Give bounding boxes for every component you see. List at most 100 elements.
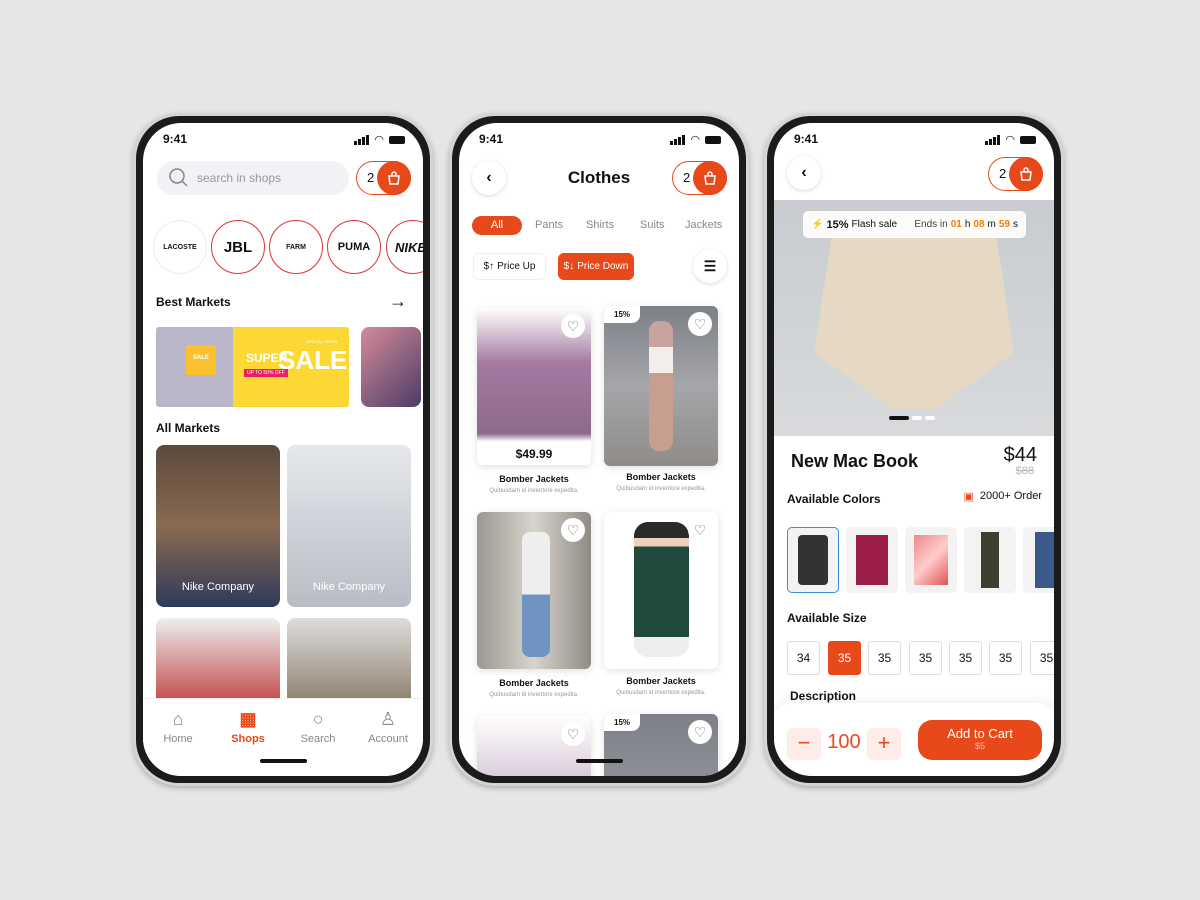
sale-banner-2[interactable] (361, 327, 421, 407)
size-option-selected[interactable]: 35 (828, 641, 861, 675)
brand-farm[interactable]: FARM (269, 220, 323, 274)
brand-nike[interactable]: NIKE (386, 220, 423, 274)
quantity-value[interactable]: 100 (826, 731, 862, 754)
home-indicator (260, 759, 307, 763)
filter-button[interactable]: ☰ (693, 249, 727, 283)
price-up-button[interactable]: $↑ Price Up (473, 253, 546, 280)
brand-jbl[interactable]: JBL (211, 220, 265, 274)
color-swatch[interactable] (1023, 527, 1054, 593)
size-heading: Available Size (787, 611, 867, 625)
add-to-cart-label: Add to Cart (947, 726, 1013, 741)
size-option[interactable]: 35 (989, 641, 1022, 675)
size-option[interactable]: 35 (949, 641, 982, 675)
timer-s-unit: s (1013, 219, 1018, 230)
decrease-button[interactable]: − (787, 728, 821, 760)
color-swatch[interactable] (964, 527, 1016, 593)
market-card[interactable] (156, 618, 280, 708)
carousel-dot[interactable] (912, 416, 922, 420)
flash-sale-banner: ⚡ 15% Flash sale Ends in 01 h 08 m 59 s (803, 211, 1026, 238)
market-card[interactable] (287, 618, 411, 708)
color-swatch-selected[interactable] (787, 527, 839, 593)
timer-minutes: 08 (973, 219, 985, 230)
phone-product-detail: 9:41 ◠ ‹ 2 ⚡ 15% Flash sale Ends in 01 h … (764, 113, 1064, 786)
clipboard-icon: ▣ (963, 491, 974, 503)
market-name: Nike Company (312, 581, 386, 593)
timer-seconds: 59 (998, 219, 1010, 230)
search-placeholder: search in shops (197, 171, 282, 185)
swatch-image (914, 535, 948, 585)
size-option[interactable]: 34 (787, 641, 820, 675)
cart-count: 2 (367, 170, 375, 185)
market-card[interactable]: Nike Company (156, 445, 280, 607)
brand-puma[interactable]: PUMA (327, 220, 381, 274)
product-card[interactable]: ♡ (604, 512, 718, 669)
price-down-button[interactable]: $↓ Price Down (558, 253, 634, 280)
ends-label: Ends in (914, 219, 948, 230)
market-card[interactable]: Nike Company (287, 445, 411, 607)
tab-suits[interactable]: Suits (640, 219, 664, 231)
nav-shops[interactable]: ▦ Shops (218, 709, 278, 745)
heart-icon[interactable]: ♡ (688, 720, 712, 744)
product-card[interactable]: 15% ♡ (604, 714, 718, 776)
product-card[interactable]: ♡ $49.99 (477, 308, 591, 465)
heart-icon[interactable]: ♡ (561, 722, 585, 746)
size-option[interactable]: 35 (868, 641, 901, 675)
nav-account[interactable]: ♙ Account (358, 709, 418, 745)
carousel-dot[interactable] (925, 416, 935, 420)
swatch-image (981, 532, 999, 588)
sale-banner[interactable]: SALE SPECIAL OFFER SUPER SALE UP TO 50% … (156, 327, 349, 407)
lightning-icon: ⚡ (811, 219, 824, 230)
timer-m-unit: m (987, 219, 996, 230)
tab-jackets[interactable]: Jackets (685, 219, 722, 231)
color-swatch[interactable] (846, 527, 898, 593)
nav-label: Shops (231, 733, 265, 745)
search-icon (169, 168, 188, 187)
bag-icon (693, 160, 727, 195)
home-indicator (576, 759, 623, 763)
timer-hours: 01 (950, 219, 962, 230)
size-option[interactable]: 35 (909, 641, 942, 675)
heart-icon[interactable]: ♡ (561, 518, 585, 542)
heart-icon[interactable]: ♡ (688, 518, 712, 542)
bottom-cart-bar: − 100 + Add to Cart $5 (774, 703, 1054, 776)
tab-pants[interactable]: Pants (535, 219, 563, 231)
heart-icon[interactable]: ♡ (561, 314, 585, 338)
nav-label: Search (300, 733, 336, 745)
nav-home[interactable]: ⌂ Home (148, 709, 208, 745)
nav-search[interactable]: ○ Search (288, 709, 348, 745)
wifi-icon: ◠ (1005, 134, 1015, 146)
cart-count: 2 (999, 166, 1007, 181)
tab-all[interactable]: All (472, 216, 522, 235)
heart-icon[interactable]: ♡ (688, 312, 712, 336)
product-image (522, 532, 550, 657)
tab-shirts[interactable]: Shirts (586, 219, 614, 231)
product-desc: Quibusdam id inventore expedita. (489, 488, 579, 494)
product-price: $44 (1003, 444, 1037, 466)
search-input[interactable]: search in shops (157, 161, 349, 195)
product-image (814, 220, 1014, 410)
product-image-carousel[interactable]: ⚡ 15% Flash sale Ends in 01 h 08 m 59 s (774, 200, 1054, 436)
banner-tag: SALE (186, 345, 216, 375)
increase-button[interactable]: + (867, 728, 901, 760)
back-button[interactable]: ‹ (787, 156, 821, 190)
signal-icon (985, 134, 1001, 145)
account-icon: ♙ (379, 709, 397, 729)
add-to-cart-button[interactable]: Add to Cart $5 (918, 720, 1042, 760)
signal-icon (354, 134, 370, 145)
arrow-right-icon[interactable]: → (389, 291, 407, 312)
product-card[interactable]: ♡ (477, 716, 591, 776)
brand-lacoste[interactable]: LACOSTE (153, 220, 207, 274)
add-to-cart-price: $5 (974, 741, 985, 751)
product-card[interactable]: 15% ♡ (604, 306, 718, 466)
carousel-dot-active[interactable] (889, 416, 909, 420)
color-swatch[interactable] (905, 527, 957, 593)
product-card[interactable]: ♡ (477, 512, 591, 669)
cart-button[interactable]: 2 (356, 160, 411, 195)
cart-button[interactable]: 2 (988, 156, 1043, 191)
shops-screen: 9:41 ◠ search in shops 2 LACOSTE JBL FAR… (143, 123, 423, 776)
cart-button[interactable]: 2 (672, 160, 727, 195)
nav-label: Account (368, 733, 408, 745)
signal-icon (670, 134, 686, 145)
size-option[interactable]: 35 (1030, 641, 1054, 675)
phone-shops: 9:41 ◠ search in shops 2 LACOSTE JBL FAR… (133, 113, 433, 786)
